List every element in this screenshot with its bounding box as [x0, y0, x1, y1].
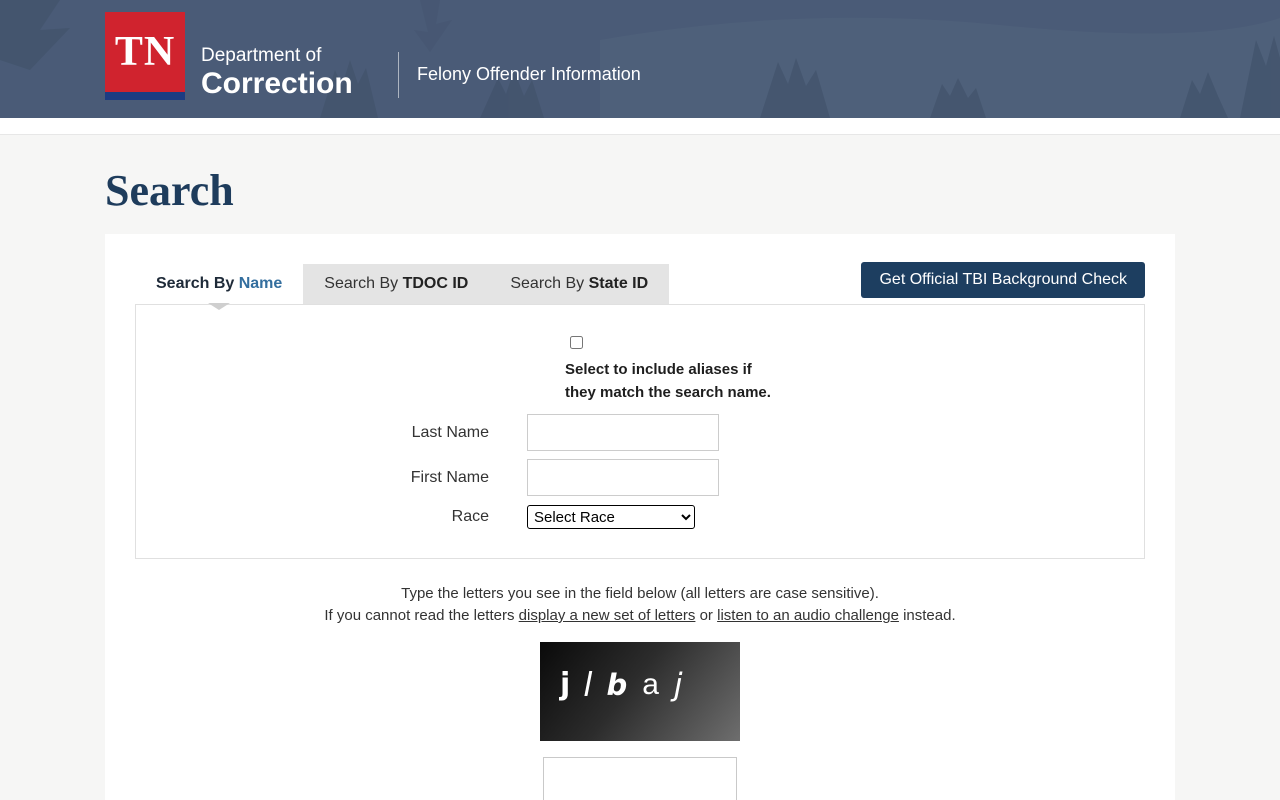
race-row: Race Select Race	[136, 505, 1144, 529]
audio-challenge-link[interactable]: listen to an audio challenge	[717, 607, 899, 624]
display-new-letters-link[interactable]: display a new set of letters	[519, 607, 696, 624]
site-header: TN Department of Correction Felony Offen…	[0, 0, 1280, 118]
tab-emphasis: TDOC ID	[403, 275, 469, 292]
first-name-label: First Name	[136, 469, 527, 487]
captcha-image: j l b a j	[540, 642, 740, 741]
site-title: Felony Offender Information	[417, 64, 641, 85]
alias-help-text: Select to include aliases if they match …	[136, 358, 1144, 404]
tn-logo-navy-bar	[105, 92, 185, 100]
captcha-line2-prefix: If you cannot read the letters	[324, 607, 518, 624]
captcha-line2-middle: or	[695, 607, 717, 624]
tab-search-by-state-id[interactable]: Search By State ID	[489, 264, 669, 304]
tn-logo-red-box: TN	[105, 12, 185, 92]
main-content: Search Search By Name Search By TDOC ID …	[0, 165, 1280, 800]
captcha-letter: j	[674, 667, 683, 703]
tn-logo[interactable]: TN	[105, 12, 185, 100]
last-name-row: Last Name	[136, 414, 1144, 451]
captcha-section: Type the letters you see in the field be…	[135, 583, 1145, 800]
last-name-input[interactable]	[527, 414, 719, 451]
header-divider	[398, 52, 399, 98]
tab-row: Search By Name Search By TDOC ID Search …	[135, 264, 1145, 304]
tab-prefix: Search By	[324, 275, 402, 292]
race-select[interactable]: Select Race	[527, 505, 695, 529]
tn-logo-acronym: TN	[115, 28, 175, 76]
captcha-letter: b	[606, 668, 627, 702]
tab-emphasis: Name	[239, 275, 283, 292]
tab-prefix: Search By	[510, 275, 588, 292]
captcha-letter: a	[642, 668, 659, 702]
last-name-label: Last Name	[136, 424, 527, 442]
tab-search-by-name[interactable]: Search By Name	[135, 264, 303, 304]
department-wordmark: Department of Correction	[201, 44, 353, 100]
tab-prefix: Search By	[156, 275, 239, 292]
tab-list: Search By Name Search By TDOC ID Search …	[135, 264, 669, 304]
search-card: Search By Name Search By TDOC ID Search …	[105, 234, 1175, 800]
captcha-letter: l	[583, 665, 592, 704]
first-name-row: First Name	[136, 459, 1144, 496]
correction-text: Correction	[201, 68, 353, 100]
active-tab-caret-icon	[208, 303, 230, 310]
alias-checkbox-row	[136, 336, 1144, 349]
search-by-name-panel: Select to include aliases if they match …	[135, 304, 1145, 559]
captcha-letter: j	[560, 667, 570, 702]
alias-help-line1: Select to include aliases if	[565, 358, 1144, 381]
tab-search-by-tdoc-id[interactable]: Search By TDOC ID	[303, 264, 489, 304]
include-aliases-checkbox[interactable]	[570, 336, 583, 349]
alias-help-line2: they match the search name.	[565, 381, 1144, 404]
captcha-instruction-line1: Type the letters you see in the field be…	[135, 583, 1145, 605]
department-of-text: Department of	[201, 44, 353, 68]
captcha-input[interactable]	[543, 757, 737, 800]
tbi-background-check-button[interactable]: Get Official TBI Background Check	[861, 262, 1145, 298]
first-name-input[interactable]	[527, 459, 719, 496]
subheader-strip	[0, 118, 1280, 135]
captcha-input-wrap	[135, 757, 1145, 800]
race-label: Race	[136, 508, 527, 526]
page-title: Search	[105, 165, 1280, 217]
forest-background-art	[0, 0, 1280, 118]
captcha-instruction-line2: If you cannot read the letters display a…	[135, 605, 1145, 627]
captcha-line2-suffix: instead.	[899, 607, 956, 624]
tab-emphasis: State ID	[589, 275, 649, 292]
